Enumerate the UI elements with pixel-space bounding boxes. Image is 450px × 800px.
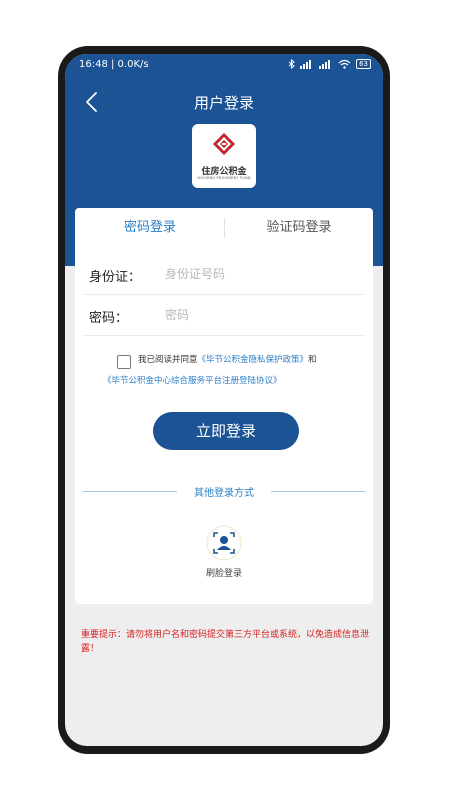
agreement-line-2: 《毕节公积金中心综合服务平台注册登陆协议》 [103,374,282,386]
service-agreement-link[interactable]: 《毕节公积金中心综合服务平台注册登陆协议》 [103,376,282,386]
security-notice: 重要提示：请勿将用户名和密码提交第三方平台或系统，以免造成信息泄露！ [81,630,370,654]
agreement-and: 和 [308,355,317,365]
phone-frame: 16:48 | 0.0K/s 63 用户登录 住房公积金 HOUSING PRO… [58,46,390,754]
app-screen: 16:48 | 0.0K/s 63 用户登录 住房公积金 HOUSING PRO… [65,54,383,746]
login-tabs: 密码登录 验证码登录 [75,208,373,248]
id-number-input[interactable] [163,262,357,286]
password-row: 密码： [83,295,365,336]
signal-icon-2 [319,60,331,69]
housing-fund-logo: 住房公积金 HOUSING PROVIDENT FUND [192,124,256,188]
agreement-checkbox[interactable] [117,355,131,369]
login-button[interactable]: 立即登录 [153,412,299,450]
face-login-label[interactable]: 刷脸登录 [75,566,373,579]
wifi-icon [338,59,351,69]
status-icons: 63 [288,59,371,69]
logo-subtext: HOUSING PROVIDENT FUND [197,176,251,180]
status-time: 16:48 | 0.0K/s [79,59,149,70]
id-row: 身份证： [83,254,365,295]
divider-right [271,491,365,492]
face-login-icon[interactable] [206,525,242,561]
agreement-line-1: 我已阅读并同意《毕节公积金隐私保护政策》和 [138,353,317,365]
id-label: 身份证： [89,270,142,285]
password-label: 密码： [89,311,129,326]
password-input[interactable] [163,303,357,327]
signal-icon [300,60,312,69]
privacy-policy-link[interactable]: 《毕节公积金隐私保护政策》 [198,355,309,365]
battery-icon: 63 [356,59,371,69]
tab-code-login[interactable]: 验证码登录 [225,208,373,248]
tab-password-login[interactable]: 密码登录 [75,208,225,248]
login-card: 密码登录 验证码登录 身份证： 密码： 我已阅读并同意《毕节公积金隐私保护政策》… [75,208,373,604]
bluetooth-icon [288,59,295,69]
agreement-prefix: 我已阅读并同意 [138,355,198,365]
logo-emblem-icon [213,133,235,155]
status-bar: 16:48 | 0.0K/s 63 [65,54,383,78]
page-title: 用户登录 [193,94,254,112]
